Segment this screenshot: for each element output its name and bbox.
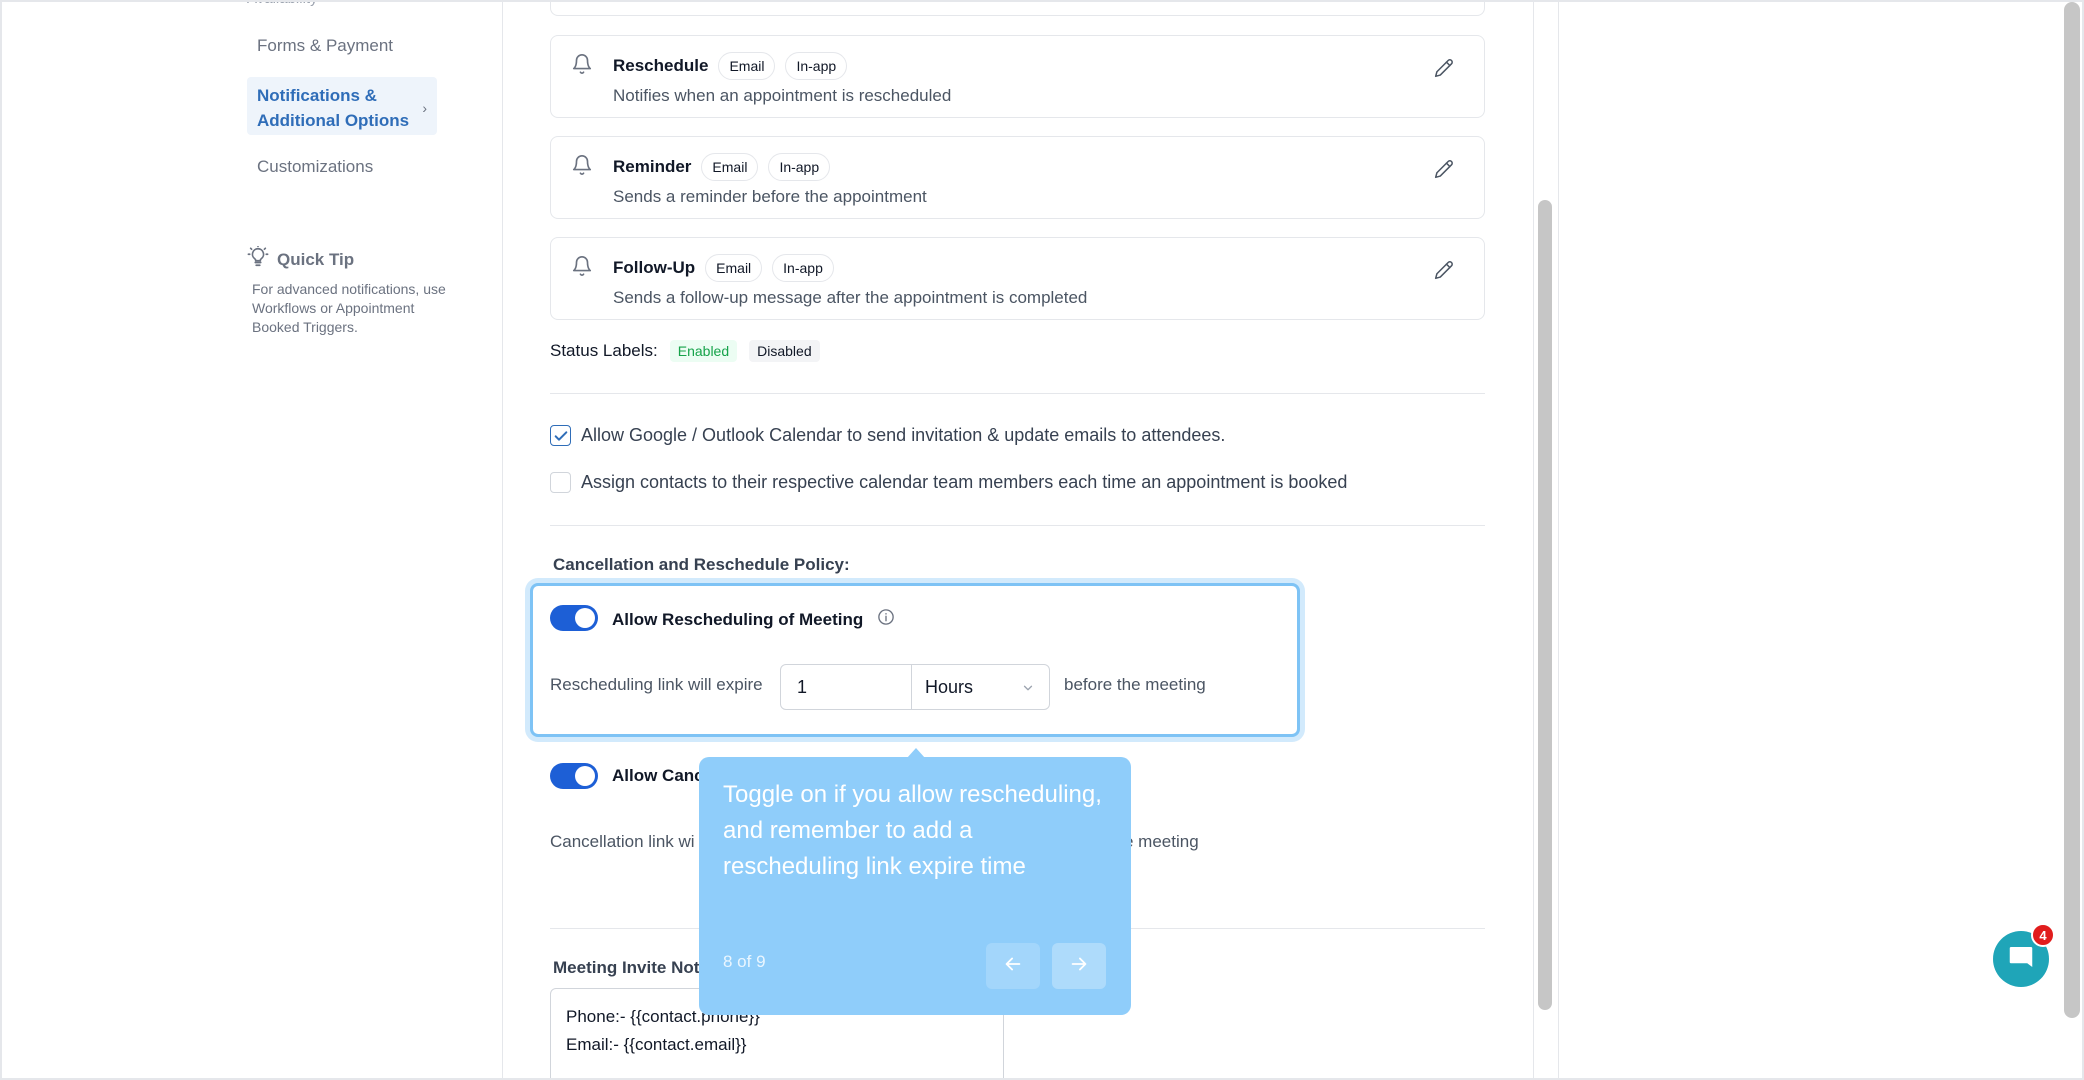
chevron-down-icon (1021, 679, 1035, 700)
channel-chip-inapp: In-app (785, 52, 848, 80)
app-frame: Availability Forms & Payment Notificatio… (0, 0, 2084, 1080)
cancel-toggle[interactable] (550, 763, 598, 789)
nav-item-notifications-active[interactable]: Notifications & Additional Options › (247, 77, 437, 135)
notification-title-row: Reschedule Email In-app (613, 52, 848, 80)
edit-pencil-icon[interactable] (1434, 58, 1454, 83)
bell-icon (571, 52, 593, 81)
policy-heading: Cancellation and Reschedule Policy: (553, 555, 850, 574)
chevron-right-icon: › (422, 100, 427, 116)
page-scrollbar-thumb[interactable] (2064, 2, 2080, 1018)
notification-card-previous (550, 2, 1485, 16)
tour-tooltip-message: Toggle on if you allow rescheduling, and… (723, 781, 1102, 880)
assign-contacts-label: Assign contacts to their respective cale… (581, 472, 1348, 492)
edit-pencil-icon[interactable] (1434, 260, 1454, 285)
calendar-invites-label: Allow Google / Outlook Calendar to send … (581, 425, 1226, 445)
cancel-expire-prefix: Cancellation link wi (550, 832, 695, 851)
option-assign-contacts[interactable]: Assign contacts to their respective cale… (550, 472, 1347, 493)
chat-unread-badge: 4 (2031, 923, 2055, 947)
bell-icon (571, 254, 593, 283)
nav-item-forms-payment[interactable]: Forms & Payment (257, 36, 393, 56)
notification-card-follow-up: Follow-Up Email In-app Sends a follow-up… (550, 237, 1485, 320)
tour-highlight-reschedule (530, 583, 1300, 737)
reschedule-expire-prefix: Rescheduling link will expire (550, 675, 763, 694)
cancel-toggle-label: Allow Canc (612, 766, 704, 785)
arrow-right-icon (1068, 953, 1090, 980)
notes-line: Email:- {{contact.email}} (566, 1035, 747, 1054)
lightbulb-icon (247, 245, 269, 273)
tour-step-counter: 8 of 9 (723, 952, 766, 971)
status-labels: Status Labels: Enabled Disabled (550, 340, 820, 362)
nav-item-customizations[interactable]: Customizations (257, 157, 373, 177)
tour-prev-button[interactable] (986, 943, 1040, 989)
notification-card-reschedule: Reschedule Email In-app Notifies when an… (550, 35, 1485, 118)
notification-description: Notifies when an appointment is reschedu… (613, 86, 952, 105)
notification-title: Follow-Up (613, 258, 696, 277)
nav-item-cut-off[interactable]: Availability (247, 2, 318, 7)
bell-icon (571, 153, 593, 182)
channel-chip-inapp: In-app (772, 254, 834, 282)
nav-item-label: Notifications & Additional Options (257, 86, 410, 130)
unit-select-value: Hours (925, 677, 974, 697)
channel-chip-inapp: In-app (768, 153, 831, 181)
status-labels-title: Status Labels: (550, 341, 658, 360)
panel-scrollbar-thumb[interactable] (1538, 200, 1552, 1010)
reschedule-toggle-row: Allow Rescheduling of Meeting (612, 608, 895, 631)
notification-description: Sends a follow-up message after the appo… (613, 288, 1088, 307)
edit-pencil-icon[interactable] (1434, 159, 1454, 184)
notification-title: Reschedule (613, 56, 709, 75)
notification-title: Reminder (613, 157, 692, 176)
option-calendar-invites[interactable]: Allow Google / Outlook Calendar to send … (550, 425, 1225, 446)
divider (550, 525, 1485, 526)
divider (550, 393, 1485, 394)
info-icon[interactable] (877, 608, 895, 631)
quick-tip-header: Quick Tip (247, 245, 355, 273)
calendar-invites-checkbox[interactable] (550, 425, 571, 446)
channel-chip-email: Email (718, 52, 776, 80)
arrow-left-icon (1002, 953, 1024, 980)
status-badge-enabled: Enabled (669, 340, 738, 362)
reschedule-expire-unit-select[interactable]: Hours (911, 664, 1050, 710)
channel-chip-email: Email (705, 254, 763, 282)
quick-tip-body: For advanced notifications, use Workflow… (252, 281, 446, 335)
panel-right-border (1558, 2, 1559, 1078)
cancel-expire-suffix: e meeting (1124, 832, 1199, 851)
tour-tooltip: Toggle on if you allow rescheduling, and… (699, 748, 1131, 1015)
assign-contacts-checkbox[interactable] (550, 472, 571, 493)
status-badge-disabled: Disabled (749, 340, 820, 362)
notification-title-row: Reminder Email In-app (613, 153, 831, 181)
channel-chip-email: Email (701, 153, 759, 181)
notification-card-reminder: Reminder Email In-app Sends a reminder b… (550, 136, 1485, 219)
tour-next-button[interactable] (1052, 943, 1106, 989)
reschedule-toggle-label: Allow Rescheduling of Meeting (612, 609, 864, 629)
reschedule-toggle[interactable] (550, 605, 598, 631)
notification-title-row: Follow-Up Email In-app (613, 254, 834, 282)
notification-description: Sends a reminder before the appointment (613, 187, 927, 206)
reschedule-expire-value-input[interactable]: 1 (780, 664, 912, 710)
meeting-notes-label: Meeting Invite Note (553, 958, 709, 977)
chat-bubble-icon (2006, 942, 2036, 977)
reschedule-expire-suffix: before the meeting (1064, 675, 1206, 694)
quick-tip-title: Quick Tip (277, 249, 355, 269)
